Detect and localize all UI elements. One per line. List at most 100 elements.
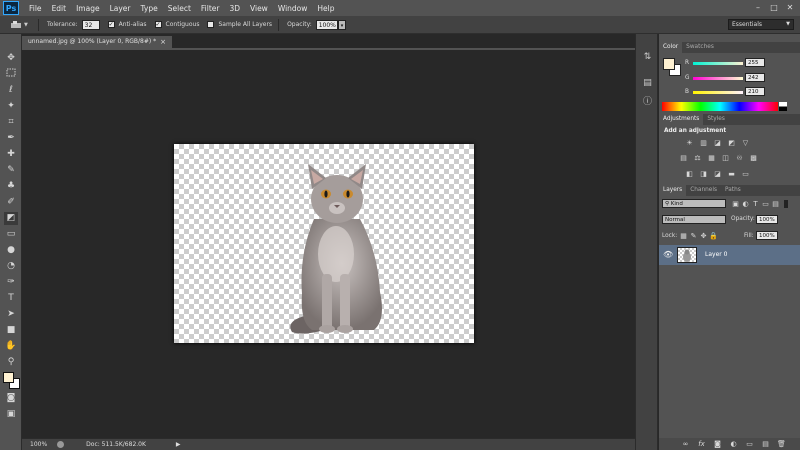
green-slider[interactable] [693,77,743,80]
tab-swatches[interactable]: Swatches [682,42,718,53]
menu-edit[interactable]: Edit [52,4,67,13]
trash-icon[interactable]: 🗑 [777,440,786,448]
fill-input[interactable]: 100% [756,231,778,240]
filter-shape-icon[interactable]: ▭ [761,200,770,208]
eyedropper-tool-icon[interactable]: ✒ [4,132,18,145]
layer-name[interactable]: Layer 0 [705,251,727,258]
brush-tool-icon[interactable]: ✎ [4,164,18,177]
threshold-icon[interactable]: ◪ [713,170,722,178]
anti-alias-checkbox[interactable]: ✓ [107,21,115,28]
lock-position-icon[interactable]: ✥ [699,232,708,240]
opacity-input[interactable]: 100% [315,19,338,30]
menu-type[interactable]: Type [141,4,158,13]
menu-image[interactable]: Image [76,4,100,13]
tab-layers[interactable]: Layers [659,185,687,196]
red-slider[interactable] [693,62,743,65]
zoom-level[interactable]: 100% [30,441,47,448]
new-group-icon[interactable]: ▭ [745,440,754,448]
contiguous-checkbox[interactable]: ✓ [154,21,162,28]
filter-type-icon[interactable]: T [751,200,760,208]
tab-channels[interactable]: Channels [686,185,721,196]
gradient-tool-icon[interactable]: ▭ [4,228,18,241]
tolerance-input[interactable]: 32 [81,19,100,30]
red-value[interactable]: 255 [745,58,765,67]
menu-view[interactable]: View [250,4,268,13]
history-brush-tool-icon[interactable]: ✐ [4,196,18,209]
menu-help[interactable]: Help [317,4,334,13]
history-panel-icon[interactable]: ⇅ [641,52,654,65]
filter-adjustment-icon[interactable]: ◐ [741,200,750,208]
filter-pixel-icon[interactable]: ▣ [731,200,740,208]
tool-preset-picker[interactable]: ▼ [10,19,32,31]
lasso-tool-icon[interactable]: ℓ [4,84,18,97]
invert-icon[interactable]: ◧ [685,170,694,178]
color-balance-icon[interactable]: ⚖ [693,154,702,162]
menu-file[interactable]: File [29,4,42,13]
healing-brush-tool-icon[interactable]: ✚ [4,148,18,161]
gradient-map-icon[interactable]: ▭ [741,170,750,178]
move-tool-icon[interactable]: ✥ [4,52,18,65]
tab-paths[interactable]: Paths [721,185,745,196]
sample-all-layers-checkbox[interactable] [207,21,215,28]
magic-wand-tool-icon[interactable]: ✦ [4,100,18,113]
blue-slider[interactable] [693,91,743,94]
maximize-button[interactable]: □ [768,2,780,13]
levels-icon[interactable]: ▥ [699,139,708,147]
crop-tool-icon[interactable]: ⌗ [4,116,18,129]
blur-tool-icon[interactable]: ● [4,244,18,257]
status-menu-arrow-icon[interactable]: ▶ [176,441,181,448]
tab-styles[interactable]: Styles [703,114,729,125]
marquee-tool-icon[interactable] [4,68,18,81]
posterize-icon[interactable]: ◨ [699,170,708,178]
workspace-switcher[interactable]: Essentials ▼ [728,19,794,30]
layer-opacity-input[interactable]: 100% [756,215,778,224]
opacity-dropdown-button[interactable]: ▾ [337,19,346,30]
blue-value[interactable]: 210 [745,87,765,96]
quick-mask-icon[interactable]: ◙ [4,392,18,405]
color-spectrum-ramp[interactable] [662,102,778,111]
zoom-tool-icon[interactable]: ⚲ [4,356,18,369]
close-button[interactable]: ✕ [784,2,796,13]
black-white-icon[interactable]: ▦ [707,154,716,162]
hand-tool-icon[interactable]: ✋ [4,340,18,353]
fx-icon[interactable]: fx [697,440,706,448]
green-value[interactable]: 242 [745,73,765,82]
document-tab[interactable]: unnamed.jpg @ 100% (Layer 0, RGB/8#) * × [22,36,172,48]
channel-mixer-icon[interactable]: ♾ [735,154,744,162]
menu-filter[interactable]: Filter [201,4,220,13]
info-panel-icon[interactable]: ⓘ [641,94,654,107]
filter-smart-object-icon[interactable]: ▤ [771,200,780,208]
menu-3d[interactable]: 3D [229,4,240,13]
curves-icon[interactable]: ◪ [713,139,722,147]
new-adjustment-layer-icon[interactable]: ◐ [729,440,738,448]
type-tool-icon[interactable]: T [4,292,18,305]
add-mask-icon[interactable]: ◙ [713,440,722,448]
menu-select[interactable]: Select [168,4,191,13]
path-selection-tool-icon[interactable]: ➤ [4,308,18,321]
properties-panel-icon[interactable]: ▤ [641,78,654,91]
foreground-color-swatch[interactable] [3,372,14,383]
layer-filter-kind-select[interactable]: ⚲ Kind [662,199,726,208]
layer-row[interactable]: 👁 Layer 0 [659,245,800,265]
photo-filter-icon[interactable]: ◫ [721,154,730,162]
selective-color-icon[interactable]: ▬ [727,170,736,178]
lock-transparent-icon[interactable]: ▦ [679,232,688,240]
menu-layer[interactable]: Layer [110,4,131,13]
blend-mode-select[interactable]: Normal [662,215,726,224]
close-tab-icon[interactable]: × [160,36,166,48]
dodge-tool-icon[interactable]: ◔ [4,260,18,273]
black-white-swatch[interactable] [779,102,787,111]
brightness-contrast-icon[interactable]: ☀ [685,139,694,147]
exposure-icon[interactable]: ◩ [727,139,736,147]
foreground-color-swatch[interactable] [663,58,675,70]
new-layer-icon[interactable]: ▤ [761,440,770,448]
link-layers-icon[interactable]: ∞ [681,440,690,448]
vibrance-icon[interactable]: ▽ [741,139,750,147]
rectangle-tool-icon[interactable]: ■ [4,324,18,337]
tab-color[interactable]: Color [659,42,683,53]
screen-mode-icon[interactable]: ▣ [4,408,18,421]
lock-all-icon[interactable]: 🔒 [709,232,718,240]
clone-stamp-tool-icon[interactable]: ♣ [4,180,18,193]
pen-tool-icon[interactable]: ✑ [4,276,18,289]
hue-saturation-icon[interactable]: ▤ [679,154,688,162]
